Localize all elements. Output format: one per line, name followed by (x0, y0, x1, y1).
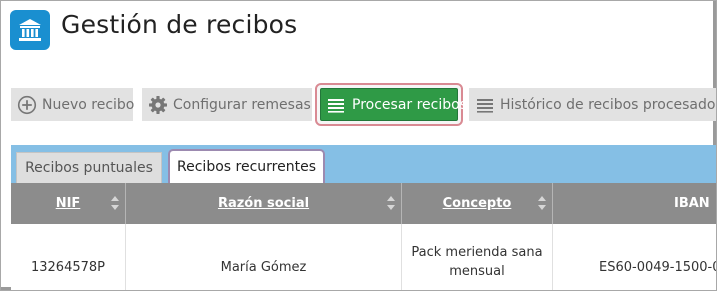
column-header-concepto-label: Concepto (442, 196, 512, 211)
cell-razon-social: María Gómez (126, 224, 402, 290)
tab-recibos-puntuales[interactable]: Recibos puntuales (16, 152, 162, 183)
column-header-nif[interactable]: NIF (11, 183, 126, 224)
nuevo-recibo-label: Nuevo recibo (42, 96, 135, 113)
cell-iban: ES60-0049-1500-0512 (599, 260, 716, 275)
procesar-recibos-inner[interactable]: Procesar recibos (320, 88, 467, 121)
list-icon (475, 95, 495, 115)
table-header: NIF Razón social Concepto IBAN (11, 183, 716, 224)
procesar-recibos-button[interactable]: Procesar recibos (315, 83, 467, 126)
nuevo-recibo-button[interactable]: Nuevo recibo (11, 88, 135, 121)
column-header-iban-label: IBAN (674, 196, 710, 211)
column-header-razon-social-label: Razón social (217, 196, 310, 211)
tab-bar: Recibos puntuales Recibos recurrentes (11, 145, 716, 183)
configurar-remesas-button[interactable]: Configurar remesas (142, 88, 312, 121)
cell-nif: 13264578P (11, 224, 126, 290)
column-header-iban[interactable]: IBAN (553, 183, 716, 224)
app-window: Gestión de recibos Nuevo recibo Configur… (0, 0, 717, 291)
column-header-nif-label: NIF (55, 196, 81, 211)
tab-recibos-recurrentes-label: Recibos recurrentes (177, 159, 316, 175)
list-icon (326, 95, 346, 115)
gear-icon (148, 95, 168, 115)
table-row[interactable]: 13264578P María Gómez Pack merienda sana… (11, 224, 716, 290)
column-header-razon-social[interactable]: Razón social (126, 183, 402, 224)
bank-building-icon (10, 10, 50, 50)
historico-recibos-label: Histórico de recibos procesados (500, 96, 717, 113)
page-title: Gestión de recibos (61, 10, 298, 39)
sort-icon[interactable] (111, 196, 119, 210)
historico-recibos-button[interactable]: Histórico de recibos procesados (469, 88, 717, 121)
plus-circle-icon (17, 95, 37, 115)
procesar-recibos-label: Procesar recibos (352, 96, 467, 113)
tab-recibos-recurrentes[interactable]: Recibos recurrentes (168, 149, 325, 183)
cell-concepto: Pack merienda sana mensual (402, 224, 553, 290)
sort-icon[interactable] (387, 196, 395, 210)
sort-icon[interactable] (538, 196, 546, 210)
column-header-concepto[interactable]: Concepto (402, 183, 553, 224)
tab-recibos-puntuales-label: Recibos puntuales (25, 160, 153, 176)
configurar-remesas-label: Configurar remesas (173, 96, 311, 113)
